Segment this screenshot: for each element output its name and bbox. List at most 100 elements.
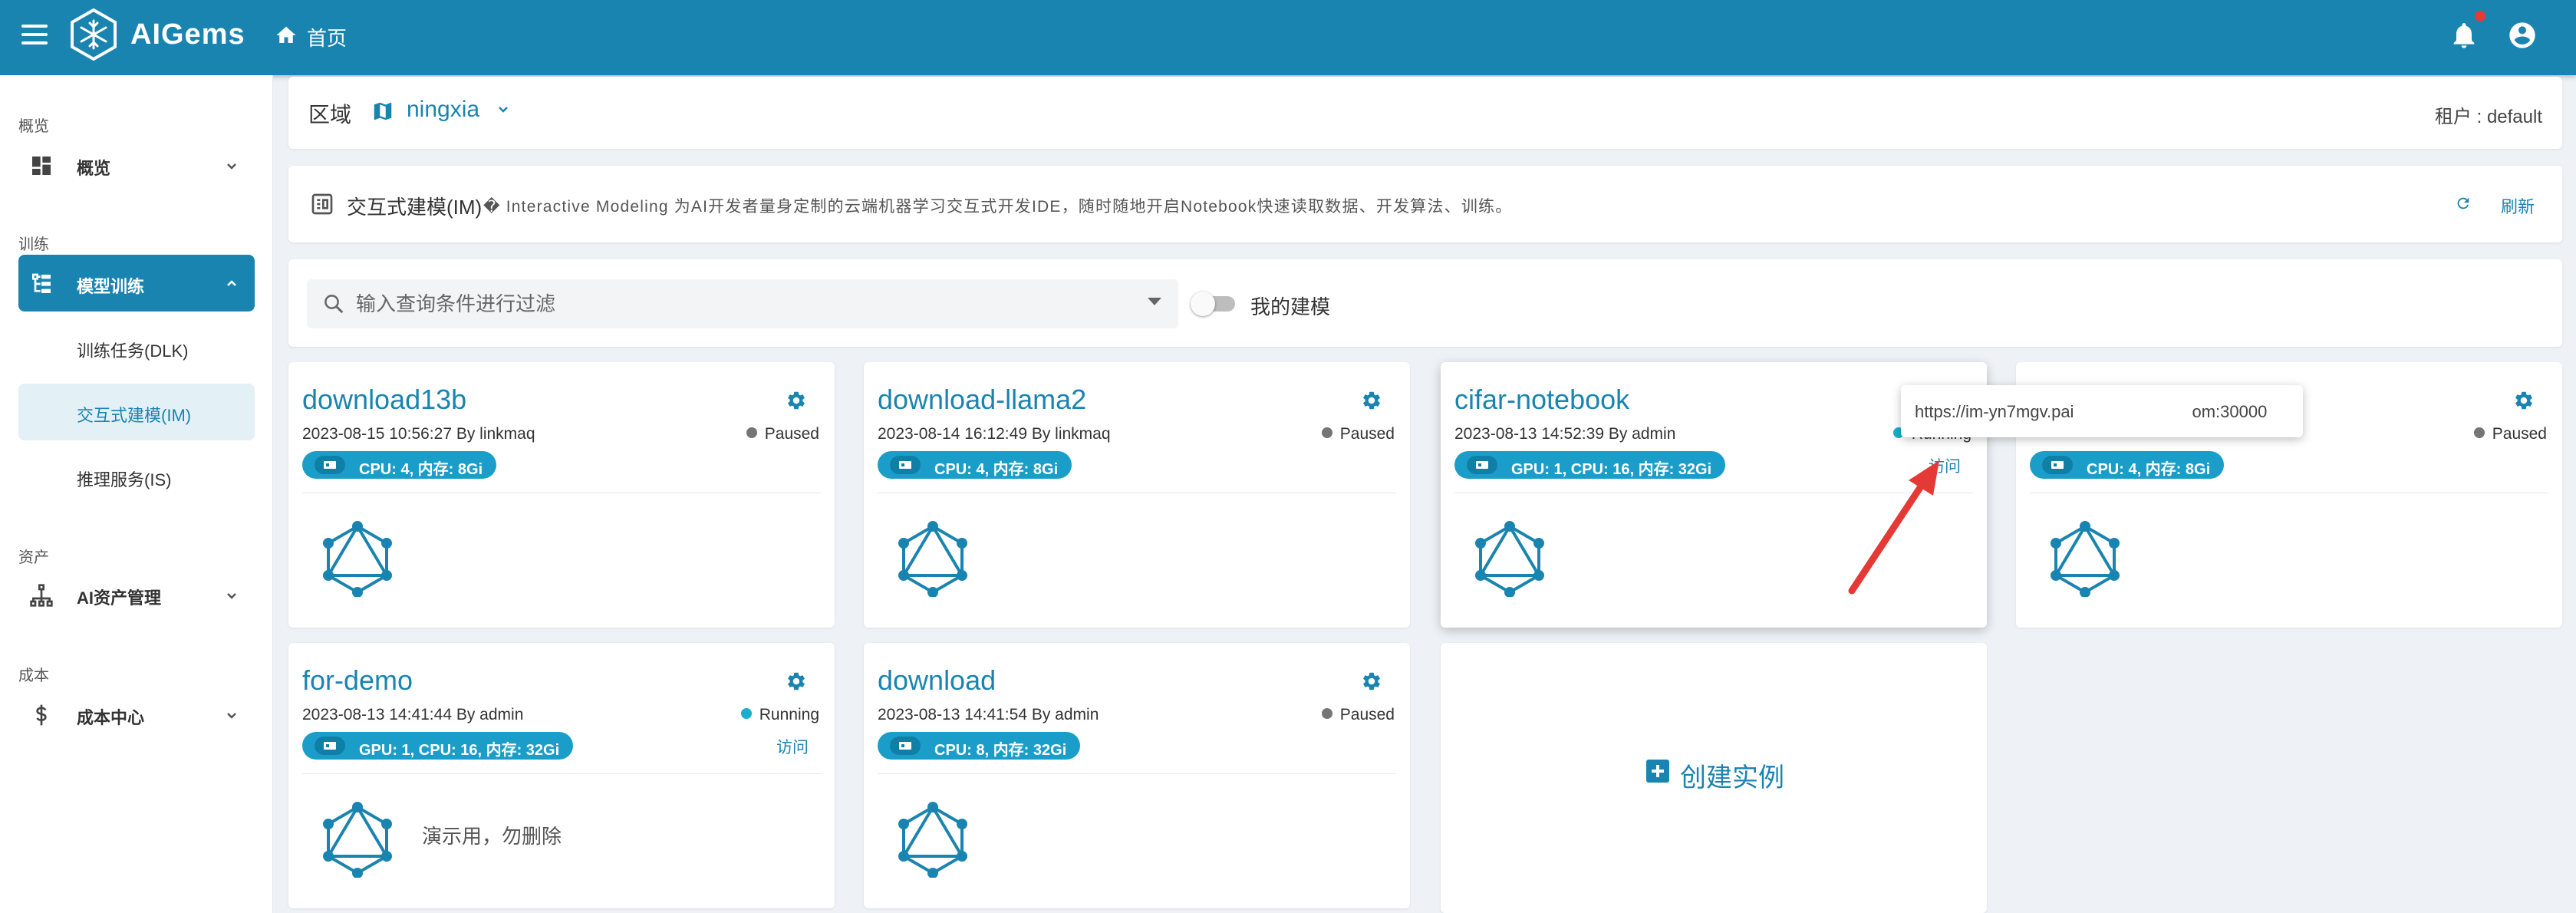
- filter-bar: 我的建模: [288, 259, 2562, 347]
- sidebar-item-ai-assets[interactable]: AI资产管理: [18, 566, 255, 623]
- status-dot: [746, 427, 757, 439]
- status-badge: Paused: [1321, 425, 1395, 443]
- sidebar-item-model-training[interactable]: 模型训练: [18, 255, 255, 311]
- sidebar-item-label: 推理服务(IS): [77, 470, 172, 489]
- map-icon: [374, 102, 392, 120]
- status-badge: Paused: [746, 425, 819, 443]
- chevron-down-icon: [227, 713, 236, 719]
- sidebar-item-label: 成本中心: [77, 708, 145, 727]
- gear-icon[interactable]: [1361, 390, 1382, 411]
- sidebar-item-label: 模型训练: [77, 277, 145, 296]
- resource-chip: CPU: 8, 内存: 32Gi: [878, 732, 1081, 760]
- dropdown-arrow-icon[interactable]: [1148, 298, 1161, 305]
- instance-card[interactable]: download 2023-08-13 14:41:54 By admin Pa…: [864, 643, 1410, 908]
- memory-chip-icon: [890, 737, 921, 755]
- notification-badge: [2475, 11, 2485, 21]
- home-link[interactable]: 首页: [307, 23, 347, 51]
- annotation-arrow-icon: [1848, 460, 1939, 595]
- search-field[interactable]: [307, 279, 1178, 328]
- instance-meta: 2023-08-14 16:12:49 By linkmaq: [878, 425, 1111, 443]
- instance-title[interactable]: cifar-notebook: [1454, 384, 1629, 416]
- dashboard-icon: [32, 157, 51, 175]
- page-title: 交互式建模(IM): [347, 196, 483, 219]
- memory-chip-icon: [315, 737, 345, 755]
- sidebar-item-label: 概览: [77, 159, 111, 178]
- instance-card[interactable]: for-demo 2023-08-13 14:41:44 By admin Ru…: [288, 643, 835, 908]
- resource-chip: GPU: 1, CPU: 16, 内存: 32Gi: [302, 732, 574, 760]
- graphql-icon: [323, 802, 392, 878]
- sidebar-item-dlk[interactable]: 训练任务(DLK): [18, 319, 255, 376]
- section-title-assets: 资产: [18, 549, 49, 566]
- create-instance-card[interactable]: 创建实例: [1441, 643, 1987, 913]
- menu-icon[interactable]: [21, 25, 48, 46]
- status-dot: [2473, 427, 2485, 439]
- status-dot: [740, 708, 752, 720]
- top-app-bar: AIGems 首页: [0, 0, 2576, 75]
- instance-meta: 2023-08-13 14:41:54 By admin: [878, 706, 1099, 723]
- section-title-overview: 概览: [18, 118, 49, 135]
- status-badge: Running: [740, 706, 819, 724]
- instance-title[interactable]: download: [878, 664, 996, 697]
- visit-link[interactable]: 访问: [776, 735, 809, 758]
- resource-chip: GPU: 1, CPU: 16, 内存: 32Gi: [1454, 451, 1726, 479]
- url-tooltip: https://im-yn7mgv.pai om:30000: [1901, 385, 2303, 437]
- instance-title[interactable]: for-demo: [302, 664, 413, 697]
- sidebar-item-overview[interactable]: 概览: [18, 137, 255, 193]
- region-bar: 区域 ningxia 租户 : default: [288, 77, 2562, 149]
- instance-meta: 2023-08-15 10:56:27 By linkmaq: [302, 425, 535, 443]
- instance-title[interactable]: download13b: [302, 384, 466, 416]
- memory-chip-icon: [1467, 456, 1497, 474]
- sidebar-item-im[interactable]: 交互式建模(IM): [18, 384, 255, 440]
- resource-chip: CPU: 4, 内存: 8Gi: [302, 451, 497, 479]
- home-icon[interactable]: [275, 24, 298, 47]
- my-models-toggle[interactable]: [1191, 292, 1237, 316]
- graphql-icon: [898, 521, 967, 597]
- logo-icon: [71, 8, 117, 61]
- instance-card[interactable]: download-llama2 2023-08-14 16:12:49 By l…: [864, 362, 1410, 628]
- instance-title[interactable]: download-llama2: [878, 384, 1086, 416]
- memory-chip-icon: [890, 456, 921, 474]
- refresh-button[interactable]: 刷新: [2501, 193, 2535, 218]
- page-description: � Interactive Modeling 为AI开发者量身定制的云端机器学习…: [483, 198, 1513, 216]
- notebook-icon: [311, 193, 333, 215]
- resource-chip: CPU: 4, 内存: 8Gi: [878, 451, 1072, 479]
- toggle-label: 我的建模: [1250, 295, 1331, 318]
- search-input[interactable]: [356, 287, 1123, 321]
- sidebar-item-cost-center[interactable]: 成本中心: [18, 686, 255, 743]
- sidebar-item-label: 交互式建模(IM): [77, 406, 192, 425]
- section-title-training: 训练: [18, 236, 49, 253]
- refresh-icon[interactable]: [2455, 195, 2472, 212]
- sidebar-item-is[interactable]: 推理服务(IS): [18, 448, 255, 505]
- instance-meta: 2023-08-13 14:52:39 By admin: [1454, 425, 1676, 443]
- divider: [302, 773, 821, 774]
- gear-icon[interactable]: [786, 390, 807, 411]
- sidebar-item-label: AI资产管理: [77, 588, 162, 608]
- graphql-icon: [1475, 521, 1544, 597]
- sitemap-icon: [30, 584, 53, 607]
- status-dot: [1321, 427, 1332, 439]
- graphql-icon: [898, 802, 967, 878]
- region-select[interactable]: ningxia: [407, 97, 479, 123]
- tooltip-url: https://im-yn7mgv.pai om:30000: [1915, 402, 2268, 421]
- dollar-icon: [36, 704, 47, 726]
- search-icon: [324, 295, 344, 314]
- gear-icon[interactable]: [2513, 390, 2535, 411]
- memory-chip-icon: [2042, 456, 2073, 474]
- tenant-label: 租户 : default: [2434, 107, 2542, 127]
- gear-icon[interactable]: [786, 671, 807, 692]
- add-box-icon: [1646, 760, 1669, 783]
- status-dot: [1321, 708, 1332, 720]
- resource-chip: CPU: 4, 内存: 8Gi: [2030, 451, 2225, 479]
- description-bar: 交互式建模(IM) � Interactive Modeling 为AI开发者量…: [288, 166, 2562, 242]
- chevron-down-icon: [227, 593, 236, 599]
- create-instance-label: 创建实例: [1680, 763, 1784, 793]
- bell-icon[interactable]: [2449, 20, 2479, 51]
- account-icon[interactable]: [2507, 20, 2538, 51]
- chevron-up-icon: [227, 280, 236, 286]
- graphql-icon: [323, 521, 392, 597]
- gear-icon[interactable]: [1361, 671, 1382, 692]
- instance-card[interactable]: download13b 2023-08-15 10:56:27 By linkm…: [288, 362, 835, 628]
- chevron-down-icon[interactable]: [494, 100, 512, 118]
- status-badge: Paused: [1321, 706, 1395, 724]
- instance-meta: 2023-08-13 14:41:44 By admin: [302, 706, 524, 723]
